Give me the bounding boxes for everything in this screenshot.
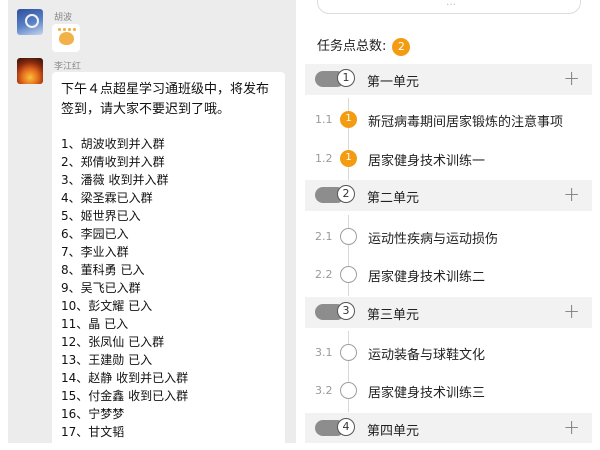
task-status-circle-icon <box>340 266 357 283</box>
top-action-button[interactable]: … <box>317 0 581 14</box>
task-item[interactable]: 2.1 运动性疾病与运动损伤 <box>305 221 592 252</box>
task-status-circle-icon <box>340 344 357 361</box>
unit-number: 1 <box>337 69 355 87</box>
profile-avatar-blue[interactable] <box>17 9 43 35</box>
task-index: 3.1 <box>315 346 333 359</box>
task-index: 2.1 <box>315 230 333 243</box>
task-status-circle-icon <box>340 228 357 245</box>
add-icon[interactable]: + <box>563 415 580 439</box>
member-list-item: 8、董科勇 已入 <box>61 263 145 277</box>
unit-header-3[interactable]: 3 第三单元 + <box>305 297 592 328</box>
task-title: 居家健身技术训练一 <box>368 154 486 169</box>
member-list-item: 6、李园已入 <box>61 227 129 241</box>
member-list-item: 2、郑倩收到并入群 <box>61 155 165 169</box>
task-title: 新冠病毒期间居家锻炼的注意事项 <box>368 115 564 130</box>
member-list-item: 14、赵静 收到并已入群 <box>61 371 189 385</box>
task-item[interactable]: 1.2 1 居家健身技术训练一 <box>305 143 592 174</box>
message-sender-name: 李江红 <box>54 62 82 72</box>
task-status-circle-icon <box>340 382 357 399</box>
task-index: 3.2 <box>315 384 333 397</box>
member-list-item: 12、张凤仙 已入群 <box>61 335 165 349</box>
member-checkin-list: 1、胡波收到并入群 2、郑倩收到并入群 3、潘薇 收到并入群 4、梁圣霖已入群 5、姬世… <box>61 135 188 443</box>
unit-number: 3 <box>337 302 355 320</box>
task-point-marker-icon: 1 <box>340 150 357 167</box>
member-list-item: 10、彭文耀 已入 <box>61 299 153 313</box>
member-list-item: 7、李业入群 <box>61 245 129 259</box>
message-text: 下午４点超星学习通班级中，将发布签到，请大家不要迟到了哦。 <box>61 82 270 117</box>
task-point-total: 任务点总数: 2 <box>317 35 411 56</box>
message-bubble[interactable]: 下午４点超星学习通班级中，将发布签到，请大家不要迟到了哦。 1、胡波收到并入群 2… <box>52 72 285 443</box>
unit-header-2[interactable]: 2 第二单元 + <box>305 180 592 211</box>
unit-title: 第三单元 <box>367 308 420 323</box>
unit-number: 2 <box>337 185 355 203</box>
task-title: 运动性疾病与运动损伤 <box>368 232 499 247</box>
task-item[interactable]: 2.2 居家健身技术训练二 <box>305 259 592 290</box>
message-sender-name: 胡波 <box>54 13 73 23</box>
task-point-total-label: 任务点总数: <box>317 39 387 54</box>
member-list-item: 17、甘文韬 <box>61 425 125 439</box>
task-point-marker-icon: 1 <box>340 111 357 128</box>
top-action-label: … <box>446 0 456 8</box>
task-index: 1.1 <box>315 113 333 126</box>
task-item[interactable]: 3.1 运动装备与球鞋文化 <box>305 337 592 368</box>
task-point-count-badge: 2 <box>392 37 411 56</box>
task-index: 1.2 <box>315 152 333 165</box>
task-index: 2.2 <box>315 268 333 281</box>
member-list-item: 5、姬世界已入 <box>61 209 141 223</box>
unit-number: 4 <box>337 418 355 436</box>
member-list-item: 18、陈振 已加 <box>61 441 188 443</box>
member-list-item: 3、潘薇 收到并入群 <box>61 173 169 187</box>
course-outline-panel: … 任务点总数: 2 1 第一单元 +1.1 1 新冠病毒期间居家锻炼的注意事项 1.2 1 居… <box>305 0 592 443</box>
member-list-item: 1、胡波收到并入群 <box>61 137 165 151</box>
unit-header-4[interactable]: 4 第四单元 + <box>305 413 592 443</box>
add-icon[interactable]: + <box>563 66 580 90</box>
paw-sticker-icon <box>56 26 76 45</box>
add-icon[interactable]: + <box>563 299 580 323</box>
task-item[interactable]: 1.1 1 新冠病毒期间居家锻炼的注意事项 <box>305 104 592 135</box>
member-list-item: 11、晶 已入 <box>61 317 129 331</box>
sticker-message[interactable] <box>52 24 80 52</box>
unit-title: 第一单元 <box>367 75 420 90</box>
chat-panel: 胡波 李江红 下午４点超星学习通班级中，将发布签到，请大家不要迟到了哦。 1、胡… <box>8 0 296 443</box>
unit-title: 第二单元 <box>367 191 420 206</box>
member-list-item: 4、梁圣霖已入群 <box>61 191 153 205</box>
member-list-item: 16、宁梦梦 <box>61 407 125 421</box>
member-list-item: 13、王建勋 已入 <box>61 353 153 367</box>
member-list-item: 15、付金鑫 收到已入群 <box>61 389 189 403</box>
task-title: 运动装备与球鞋文化 <box>368 348 486 363</box>
task-title: 居家健身技术训练二 <box>368 270 486 285</box>
task-title: 居家健身技术训练三 <box>368 386 486 401</box>
unit-title: 第四单元 <box>367 424 420 439</box>
unit-header-1[interactable]: 1 第一单元 + <box>305 64 592 95</box>
member-list-item: 9、吴飞已入群 <box>61 281 141 295</box>
task-item[interactable]: 3.2 居家健身技术训练三 <box>305 375 592 406</box>
add-icon[interactable]: + <box>563 182 580 206</box>
profile-avatar-fire[interactable] <box>17 58 43 84</box>
